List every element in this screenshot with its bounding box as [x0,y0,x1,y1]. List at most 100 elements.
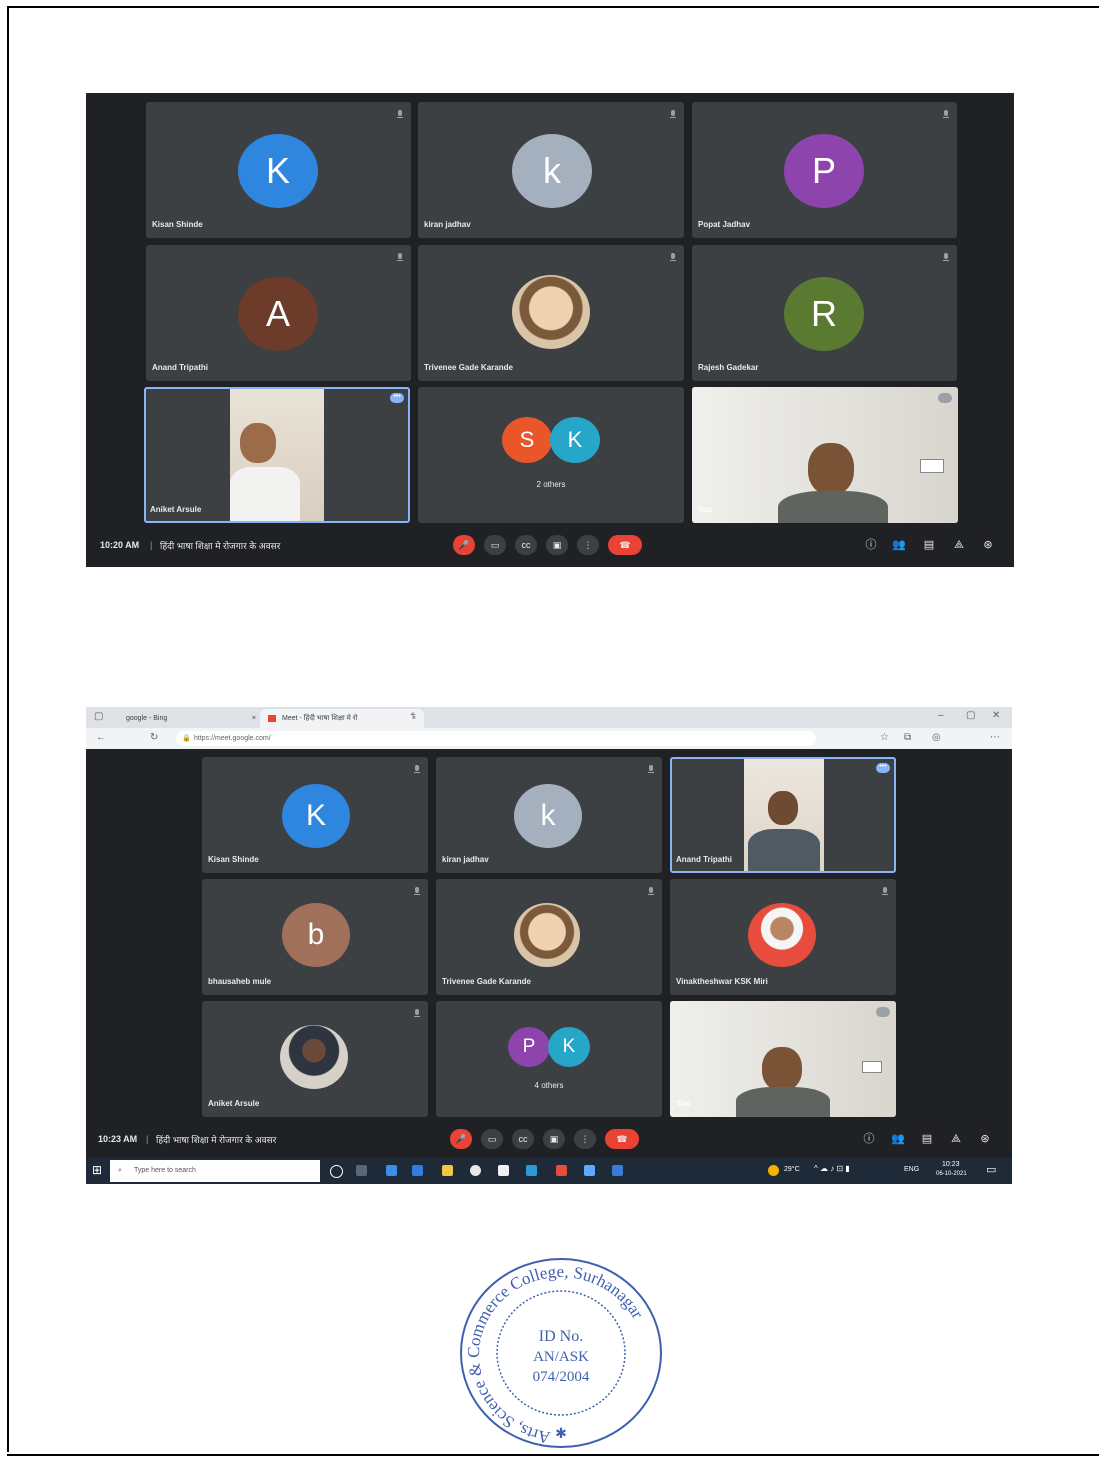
participant-tile[interactable]: A Anand Tripathi [146,245,411,381]
start-icon[interactable]: ⊞ [92,1163,102,1177]
close-window-icon[interactable]: ✕ [992,710,1000,721]
stamp-line2: AN/ASK [533,1349,589,1365]
captions-button[interactable]: cc [512,1129,534,1149]
store-icon[interactable] [386,1165,397,1176]
mail-icon[interactable] [612,1165,623,1176]
participant-tile[interactable]: b bhausaheb mule [202,879,428,995]
camera-toggle-button[interactable]: ▭ [481,1129,503,1149]
host-controls-icon[interactable]: ⊛ [981,538,995,552]
self-tile[interactable]: You [670,1001,896,1117]
search-icon: ⌕ [118,1167,122,1174]
new-tab-button[interactable]: + [410,710,416,721]
chat-icon[interactable]: ▤ [922,538,936,552]
mic-toggle-button[interactable]: 🎤 [450,1129,472,1149]
info-icon[interactable]: ⓘ [862,1132,876,1146]
info-icon[interactable]: ⓘ [864,538,878,552]
avatar: K [238,134,318,208]
participant-tile[interactable]: R Rajesh Gadekar [692,245,957,381]
tab-bing[interactable]: google - Bing × [120,709,264,728]
taskbar-search-input[interactable]: ⌕ Type here to search [110,1160,320,1182]
edge-icon[interactable] [526,1165,537,1176]
mic-toggle-button[interactable]: 🎤 [453,535,475,555]
mic-off-icon [414,765,420,775]
reload-icon[interactable]: ↻ [150,732,158,743]
pin-icon [938,393,952,403]
leave-call-button[interactable]: ☎ [605,1129,639,1149]
participant-name: Aniket Arsule [150,505,202,514]
tab-label: google - Bing [126,715,168,722]
dropbox-icon[interactable] [412,1165,423,1176]
close-icon[interactable]: × [252,709,256,728]
present-button[interactable]: ▣ [546,535,568,555]
settings-menu-icon[interactable]: ⋯ [990,732,1000,743]
camera-toggle-button[interactable]: ▭ [484,535,506,555]
back-icon[interactable]: ← [96,732,106,743]
participant-tile[interactable]: Aniket Arsule [202,1001,428,1117]
tab-actions-icon[interactable]: ▢ [94,711,103,722]
participant-tile[interactable]: K Kisan Shinde [202,757,428,873]
collections-icon[interactable]: ⧉ [904,732,911,743]
address-bar[interactable]: 🔒 https://meet.google.com/ [176,731,816,746]
language-indicator[interactable]: ENG [904,1166,919,1173]
task-view-icon[interactable] [356,1165,367,1176]
participant-name: kiran jadhav [424,220,471,229]
participant-tile-speaking[interactable]: ••• Anand Tripathi [670,757,896,873]
people-icon[interactable]: 👥 [892,538,906,552]
taskbar-time[interactable]: 10:23 [942,1161,960,1168]
app-icon[interactable] [584,1165,595,1176]
meeting-bottom-bar: 10:20 AM | हिंदी भाषा शिक्षा मे रोजगार क… [86,533,1014,557]
pin-icon [876,1007,890,1017]
file-explorer-icon[interactable] [442,1165,453,1176]
more-options-button[interactable]: ⋮ [574,1129,596,1149]
participant-name: Anand Tripathi [676,855,732,864]
participant-tile[interactable]: Trivenee Gade Karande [436,879,662,995]
participant-name: You [676,1099,691,1108]
participant-tile[interactable]: Trivenee Gade Karande [418,245,684,381]
notifications-icon[interactable]: ▭ [986,1163,996,1176]
others-tile[interactable]: S K 2 others [418,387,684,523]
tab-meet[interactable]: Meet - हिंदी भाषा शिक्षा मे रो × [260,709,424,728]
participant-tile[interactable]: k kiran jadhav [436,757,662,873]
participant-tile[interactable]: K Kisan Shinde [146,102,411,238]
avatar: k [514,784,582,848]
meeting-clock: 10:20 AM [100,540,140,550]
people-icon[interactable]: 👥 [891,1132,905,1146]
office-icon[interactable] [556,1165,567,1176]
host-controls-icon[interactable]: ⊛ [978,1132,992,1146]
tab-bar: ▢ google - Bing × Meet - हिंदी भाषा शिक्… [86,707,1012,728]
present-button[interactable]: ▣ [543,1129,565,1149]
participant-tile-speaking[interactable]: ••• Aniket Arsule [144,387,410,523]
participant-name: Vinaktheshwar KSK Miri [676,977,768,986]
participant-tile[interactable]: P Popat Jadhav [692,102,957,238]
favorite-icon[interactable]: ☆ [880,732,889,743]
minimize-icon[interactable]: – [938,710,944,721]
chrome-icon[interactable] [470,1165,481,1176]
activities-icon[interactable]: ⟁ [952,538,966,552]
participant-tile[interactable]: k kiran jadhav [418,102,684,238]
shopping-icon[interactable] [498,1165,509,1176]
self-tile[interactable]: You [692,387,958,523]
avatar-photo [280,1025,348,1089]
separator: | [150,540,153,550]
participant-name: Aniket Arsule [208,1099,260,1108]
mic-off-icon [414,1009,420,1019]
avatar-photo [748,903,816,967]
cortana-icon[interactable] [330,1165,343,1178]
weather-icon [768,1165,779,1176]
others-tile[interactable]: P K 4 others [436,1001,662,1117]
activities-icon[interactable]: ⟁ [949,1132,963,1146]
chat-icon[interactable]: ▤ [920,1132,934,1146]
mic-off-icon [414,887,420,897]
system-tray-icons[interactable]: ^ ☁ ♪ ⊡ ▮ [814,1164,850,1173]
maximize-icon[interactable]: ▢ [966,710,975,721]
meet-favicon-icon [268,715,276,722]
captions-button[interactable]: cc [515,535,537,555]
taskbar-date[interactable]: 06-10-2021 [936,1171,967,1177]
other-avatar: K [548,1027,590,1067]
leave-call-button[interactable]: ☎ [608,535,642,555]
more-options-button[interactable]: ⋮ [577,535,599,555]
profile-icon[interactable]: ◎ [932,732,941,743]
avatar: A [238,277,318,351]
participant-tile[interactable]: Vinaktheshwar KSK Miri [670,879,896,995]
star-icon: ✱ [555,1425,567,1441]
